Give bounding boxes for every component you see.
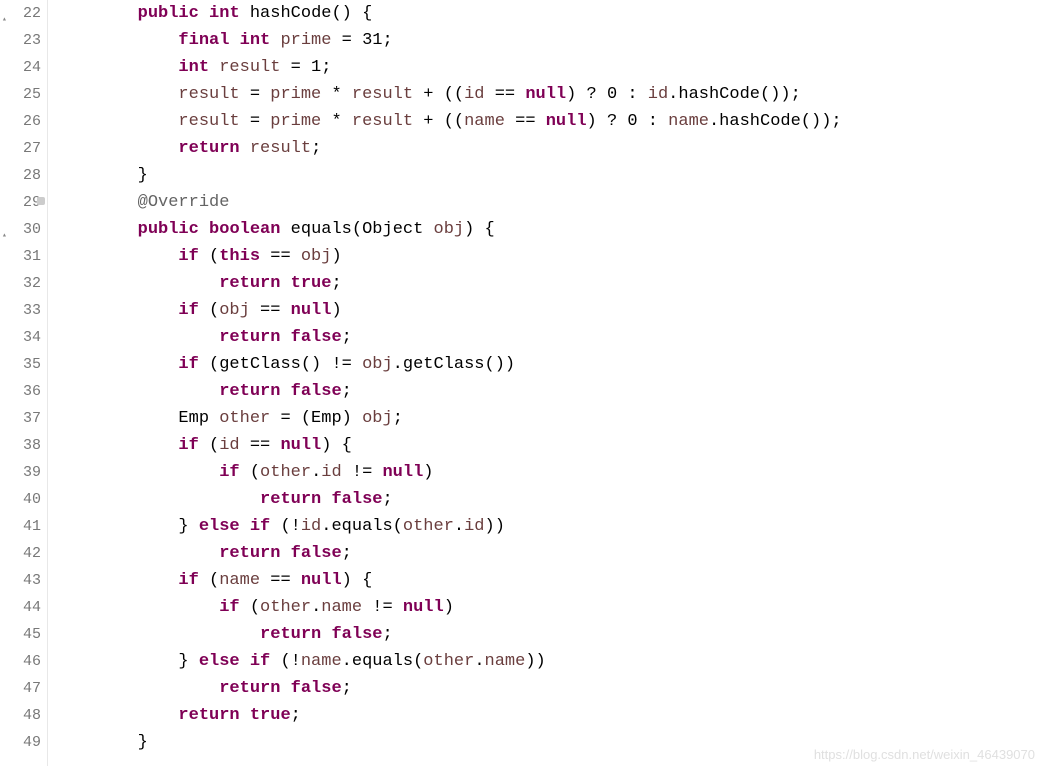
code-line[interactable]: if (name == null) { — [56, 567, 1045, 594]
code-line[interactable]: return result; — [56, 135, 1045, 162]
code-line[interactable]: if (other.id != null) — [56, 459, 1045, 486]
line-number: 31 — [0, 243, 43, 270]
line-number: 24 — [0, 54, 43, 81]
line-number: 43 — [0, 567, 43, 594]
code-content[interactable]: public int hashCode() { final int prime … — [48, 0, 1045, 766]
code-line[interactable]: result = prime * result + ((id == null) … — [56, 81, 1045, 108]
line-number: 35 — [0, 351, 43, 378]
line-number: 42 — [0, 540, 43, 567]
code-line[interactable]: } else if (!name.equals(other.name)) — [56, 648, 1045, 675]
line-number: 22 — [0, 0, 43, 27]
line-number: 32 — [0, 270, 43, 297]
code-line[interactable]: if (other.name != null) — [56, 594, 1045, 621]
code-line[interactable]: if (this == obj) — [56, 243, 1045, 270]
line-number: 27 — [0, 135, 43, 162]
code-line[interactable]: if (id == null) { — [56, 432, 1045, 459]
code-line[interactable]: @Override — [56, 189, 1045, 216]
code-line[interactable]: return false; — [56, 621, 1045, 648]
line-number: 23 — [0, 27, 43, 54]
watermark-text: https://blog.csdn.net/weixin_46439070 — [814, 747, 1035, 762]
code-line[interactable]: final int prime = 31; — [56, 27, 1045, 54]
line-number: 37 — [0, 405, 43, 432]
code-line[interactable]: return true; — [56, 702, 1045, 729]
line-number: 41 — [0, 513, 43, 540]
code-editor[interactable]: 2223242526272829303132333435363738394041… — [0, 0, 1045, 766]
line-gutter: 2223242526272829303132333435363738394041… — [0, 0, 48, 766]
code-line[interactable]: return false; — [56, 486, 1045, 513]
line-number: 44 — [0, 594, 43, 621]
code-line[interactable]: result = prime * result + ((name == null… — [56, 108, 1045, 135]
code-line[interactable]: public boolean equals(Object obj) { — [56, 216, 1045, 243]
line-number: 33 — [0, 297, 43, 324]
line-number: 36 — [0, 378, 43, 405]
line-number: 38 — [0, 432, 43, 459]
code-line[interactable]: if (getClass() != obj.getClass()) — [56, 351, 1045, 378]
line-number: 40 — [0, 486, 43, 513]
code-line[interactable]: public int hashCode() { — [56, 0, 1045, 27]
code-line[interactable]: return false; — [56, 540, 1045, 567]
code-line[interactable]: Emp other = (Emp) obj; — [56, 405, 1045, 432]
code-line[interactable]: return false; — [56, 378, 1045, 405]
code-line[interactable]: } else if (!id.equals(other.id)) — [56, 513, 1045, 540]
code-line[interactable]: int result = 1; — [56, 54, 1045, 81]
line-number: 46 — [0, 648, 43, 675]
code-line[interactable]: return false; — [56, 324, 1045, 351]
line-number: 49 — [0, 729, 43, 756]
line-number: 26 — [0, 108, 43, 135]
line-number: 25 — [0, 81, 43, 108]
code-line[interactable]: return false; — [56, 675, 1045, 702]
line-number: 28 — [0, 162, 43, 189]
line-number: 34 — [0, 324, 43, 351]
line-number: 45 — [0, 621, 43, 648]
line-number: 48 — [0, 702, 43, 729]
line-number: 47 — [0, 675, 43, 702]
line-number: 30 — [0, 216, 43, 243]
code-line[interactable]: if (obj == null) — [56, 297, 1045, 324]
code-line[interactable]: } — [56, 162, 1045, 189]
line-number: 39 — [0, 459, 43, 486]
code-line[interactable]: return true; — [56, 270, 1045, 297]
line-number: 29 — [0, 189, 43, 216]
